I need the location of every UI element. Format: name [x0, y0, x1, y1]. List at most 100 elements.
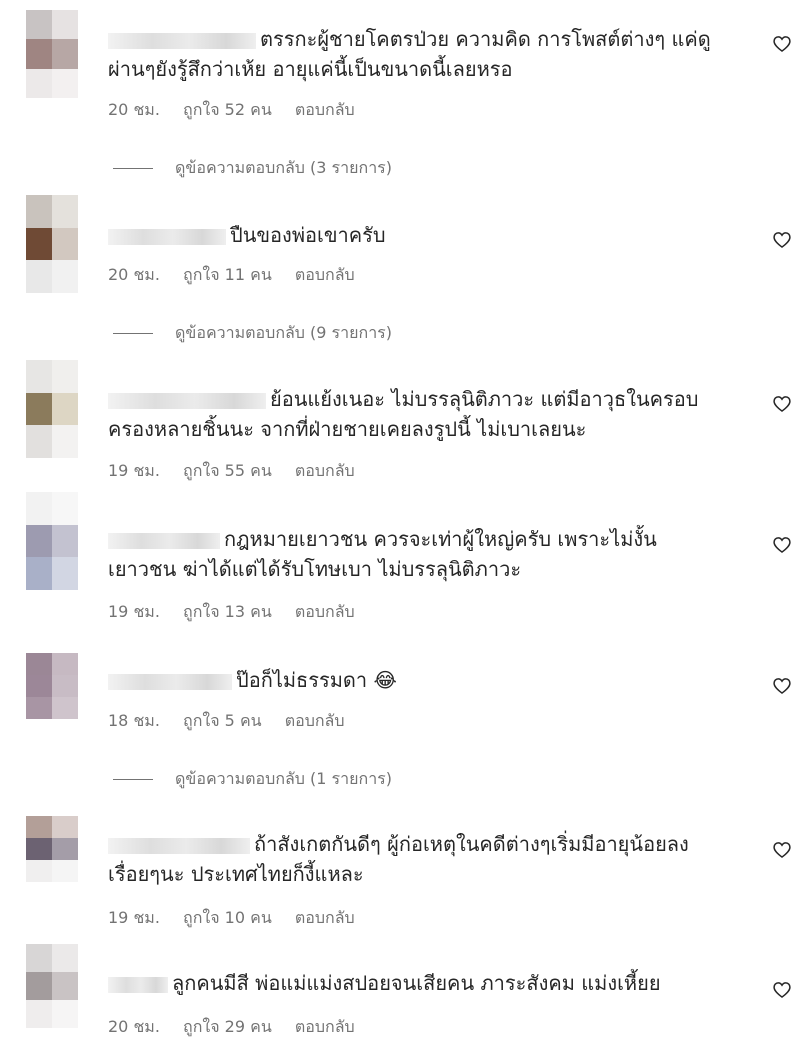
avatar[interactable]	[26, 360, 78, 458]
avatar-pixel	[26, 944, 52, 972]
avatar-pixel	[26, 860, 52, 882]
comment-text: ผ่านๆยังรู้สึกว่าเห้ย อายุแค่นี้เป็นขนาด…	[108, 57, 513, 81]
avatar-pixel	[52, 697, 78, 719]
comment-time: 20 ชม.	[108, 100, 160, 119]
avatar-pixel	[26, 260, 52, 293]
reply-button[interactable]: ตอบกลับ	[295, 1017, 355, 1036]
avatar-pixel	[26, 697, 52, 719]
avatar[interactable]	[26, 10, 78, 98]
avatar-pixel	[26, 195, 52, 228]
comment-text: ตรรกะผู้ชายโคตรป่วย ความคิด การโพสต์ต่าง…	[108, 24, 748, 54]
avatar-pixel	[26, 675, 52, 697]
username-blur[interactable]	[108, 532, 220, 549]
avatar-pixel	[52, 360, 78, 393]
username-blur[interactable]	[108, 392, 266, 409]
reply-button[interactable]: ตอบกลับ	[285, 711, 345, 730]
like-count[interactable]: ถูกใจ 29 คน	[183, 1017, 272, 1036]
avatar-pixel	[26, 360, 52, 393]
username-blur[interactable]	[108, 228, 226, 245]
avatar-pixel	[26, 392, 52, 426]
avatar-pixel	[52, 392, 78, 426]
avatar-pixel	[52, 524, 78, 558]
heart-icon[interactable]	[772, 676, 792, 696]
avatar-pixel	[52, 675, 78, 697]
reply-button[interactable]: ตอบกลับ	[295, 461, 355, 480]
avatar[interactable]	[26, 653, 78, 719]
avatar-pixel	[52, 860, 78, 882]
heart-icon[interactable]	[772, 230, 792, 250]
reply-button[interactable]: ตอบกลับ	[295, 908, 355, 927]
avatar[interactable]	[26, 816, 78, 882]
comment-meta: 20 ชม. ถูกใจ 11 คน ตอบกลับ	[108, 263, 373, 288]
comment-time: 19 ชม.	[108, 461, 160, 480]
comment-meta: 19 ชม. ถูกใจ 13 คน ตอบกลับ	[108, 600, 373, 625]
reply-button[interactable]: ตอบกลับ	[295, 265, 355, 284]
avatar-pixel	[52, 260, 78, 293]
like-count[interactable]: ถูกใจ 55 คน	[183, 461, 272, 480]
like-count[interactable]: ถูกใจ 11 คน	[183, 265, 272, 284]
comment-meta: 19 ชม. ถูกใจ 10 คน ตอบกลับ	[108, 906, 373, 931]
view-replies-button[interactable]: ดูข้อความตอบกลับ (3 รายการ)	[113, 156, 392, 181]
avatar-pixel	[26, 1000, 52, 1028]
comment-time: 20 ชม.	[108, 1017, 160, 1036]
avatar-pixel	[52, 425, 78, 458]
avatar-pixel	[26, 425, 52, 458]
comment-time: 18 ชม.	[108, 711, 160, 730]
view-replies-button[interactable]: ดูข้อความตอบกลับ (9 รายการ)	[113, 321, 392, 346]
reply-button[interactable]: ตอบกลับ	[295, 100, 355, 119]
comment-text: เรื่อยๆนะ ประเทศไทยก็งี้แหละ	[108, 862, 364, 886]
heart-icon[interactable]	[772, 535, 792, 555]
avatar[interactable]	[26, 944, 78, 1028]
comment-text: ป๊อก็ไม่ธรรมดา 😂	[108, 665, 748, 695]
heart-icon[interactable]	[772, 394, 792, 414]
username-blur[interactable]	[108, 837, 250, 854]
like-count[interactable]: ถูกใจ 5 คน	[183, 711, 262, 730]
avatar-pixel	[52, 816, 78, 838]
avatar-pixel	[52, 227, 78, 261]
avatar-pixel	[26, 39, 52, 69]
comment-meta: 19 ชม. ถูกใจ 55 คน ตอบกลับ	[108, 459, 373, 484]
username-blur[interactable]	[108, 673, 232, 690]
avatar-pixel	[26, 653, 52, 675]
avatar-pixel	[52, 1000, 78, 1028]
heart-icon[interactable]	[772, 840, 792, 860]
comment-time: 20 ชม.	[108, 265, 160, 284]
avatar-pixel	[26, 524, 52, 558]
avatar-pixel	[26, 492, 52, 525]
heart-icon[interactable]	[772, 34, 792, 54]
avatar-pixel	[52, 838, 78, 860]
avatar-pixel	[52, 39, 78, 69]
avatar-pixel	[52, 195, 78, 228]
comment-text: ถ้าสังเกตกันดีๆ ผู้ก่อเหตุในคดีต่างๆเริ่…	[108, 829, 748, 859]
avatar-pixel	[26, 972, 52, 1000]
comment-text: เยาวชน ฆ่าได้แต่ได้รับโทษเบา ไม่บรรลุนิต…	[108, 557, 522, 581]
comment-meta: 20 ชม. ถูกใจ 29 คน ตอบกลับ	[108, 1015, 373, 1040]
username-blur[interactable]	[108, 976, 168, 993]
comment-text: ลูกคนมีสี พ่อแม่แม่งสปอยจนเสียคน ภาระสัง…	[108, 968, 748, 998]
avatar-pixel	[52, 944, 78, 972]
username-blur[interactable]	[108, 32, 256, 49]
avatar-pixel	[26, 10, 52, 40]
avatar-pixel	[52, 492, 78, 525]
avatar[interactable]	[26, 492, 78, 590]
heart-icon[interactable]	[772, 980, 792, 1000]
avatar-pixel	[26, 838, 52, 860]
like-count[interactable]: ถูกใจ 52 คน	[183, 100, 272, 119]
divider-line	[113, 779, 153, 780]
like-count[interactable]: ถูกใจ 13 คน	[183, 602, 272, 621]
avatar[interactable]	[26, 195, 78, 293]
avatar-pixel	[52, 972, 78, 1000]
avatar-pixel	[26, 68, 52, 98]
avatar-pixel	[52, 653, 78, 675]
avatar-pixel	[26, 816, 52, 838]
comment-text: กฎหมายเยาวชน ควรจะเท่าผู้ใหญ่ครับ เพราะไ…	[108, 524, 748, 554]
like-count[interactable]: ถูกใจ 10 คน	[183, 908, 272, 927]
reply-button[interactable]: ตอบกลับ	[295, 602, 355, 621]
avatar-pixel	[26, 227, 52, 261]
avatar-pixel	[26, 557, 52, 590]
divider-line	[113, 168, 153, 169]
view-replies-button[interactable]: ดูข้อความตอบกลับ (1 รายการ)	[113, 767, 392, 792]
avatar-pixel	[52, 10, 78, 40]
comment-text: ย้อนแย้งเนอะ ไม่บรรลุนิติภาวะ แต่มีอาวุธ…	[108, 384, 748, 414]
avatar-pixel	[52, 557, 78, 590]
